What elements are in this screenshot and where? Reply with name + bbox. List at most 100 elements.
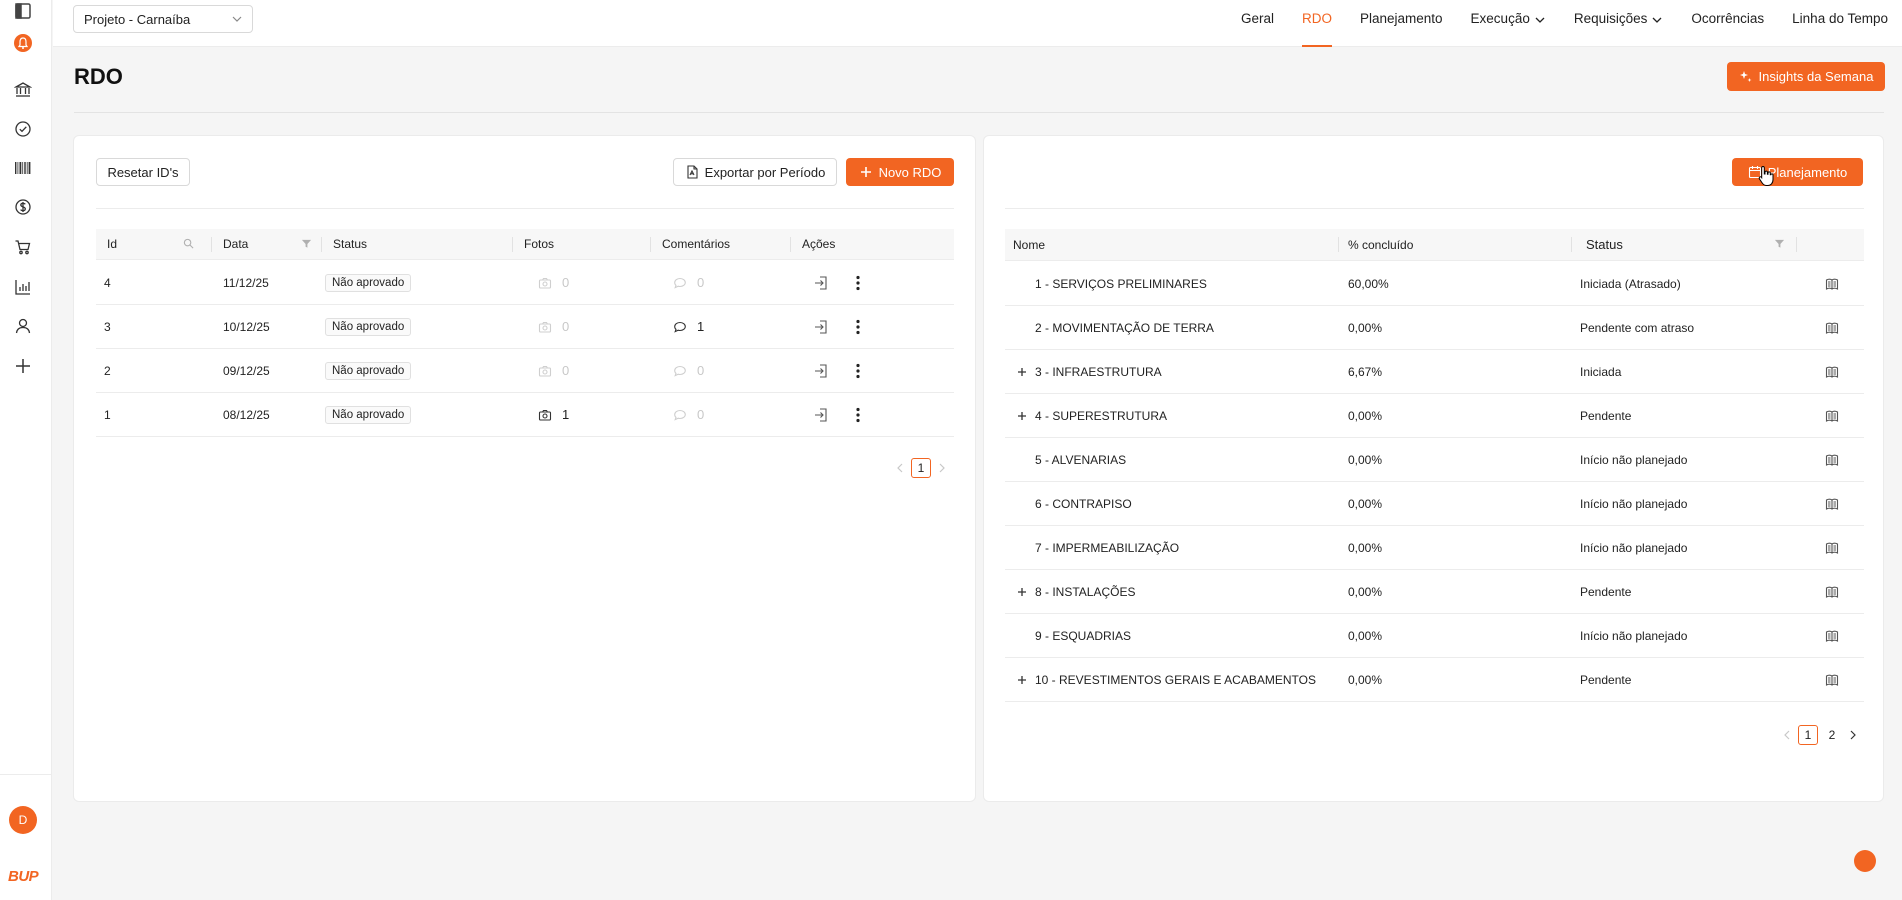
details-book-icon[interactable] [1825, 321, 1839, 335]
col-id[interactable]: Id [96, 229, 212, 259]
nav-rdo[interactable]: RDO [1288, 0, 1346, 47]
table-row[interactable]: 7 - IMPERMEABILIZAÇÃO 0,00% Início não pla… [1005, 526, 1864, 570]
barcode-icon[interactable] [12, 157, 34, 179]
table-row[interactable]: 5 - ALVENARIAS 0,00% Início não planejado [1005, 438, 1864, 482]
col-data[interactable]: Data [212, 229, 322, 259]
planning-pagination: 1 2 [1780, 725, 1860, 745]
nav-geral[interactable]: Geral [1227, 0, 1288, 47]
table-row[interactable]: 4 11/12/25 Não aprovado 0 0 [96, 261, 954, 305]
table-row[interactable]: 3 10/12/25 Não aprovado 0 1 [96, 305, 954, 349]
nav-planejamento[interactable]: Planejamento [1346, 0, 1457, 47]
details-book-icon[interactable] [1825, 629, 1839, 643]
col-nome[interactable]: Nome [1005, 229, 1339, 260]
col-status[interactable]: Status [1572, 229, 1797, 260]
sparkle-icon [1739, 70, 1752, 82]
chevron-right-icon[interactable] [1846, 728, 1860, 742]
expand-icon[interactable] [1015, 585, 1029, 599]
filter-icon[interactable] [1774, 238, 1785, 249]
chevron-left-icon[interactable] [1780, 728, 1794, 742]
dollar-icon[interactable] [12, 196, 34, 218]
col-status[interactable]: Status [322, 229, 513, 259]
card-divider [96, 208, 954, 209]
chevron-down-icon [1535, 17, 1545, 23]
open-document-icon[interactable] [814, 363, 828, 378]
plus-icon[interactable] [12, 355, 34, 377]
user-icon[interactable] [12, 315, 34, 337]
logo: BUP [8, 868, 39, 885]
export-period-button[interactable]: Exportar por Período [673, 158, 837, 186]
details-book-icon[interactable] [1825, 365, 1839, 379]
nav-execucao[interactable]: Execução [1457, 0, 1560, 47]
more-actions-icon[interactable] [856, 275, 860, 291]
table-row[interactable]: 8 - INSTALAÇÕES 0,00% Pendente [1005, 570, 1864, 614]
cell-date: 11/12/25 [223, 275, 269, 290]
nav-requisicoes[interactable]: Requisições [1560, 0, 1678, 47]
bank-icon[interactable] [12, 79, 34, 101]
details-book-icon[interactable] [1825, 277, 1839, 291]
chevron-left-icon[interactable] [893, 461, 907, 475]
task-name: 8 - INSTALAÇÕES [1035, 584, 1136, 599]
panel-toggle-icon[interactable] [12, 0, 34, 22]
chevron-down-icon [1652, 17, 1662, 23]
details-book-icon[interactable] [1825, 673, 1839, 687]
hand-cursor-icon [1758, 165, 1774, 186]
filter-icon[interactable] [301, 238, 312, 249]
more-actions-icon[interactable] [856, 319, 860, 335]
search-icon[interactable] [183, 238, 194, 249]
photo-count: 1 [562, 407, 570, 422]
details-book-icon[interactable] [1825, 497, 1839, 511]
details-book-icon[interactable] [1825, 541, 1839, 555]
table-row[interactable]: 2 - MOVIMENTAÇÃO DE TERRA 0,00% Pendente c… [1005, 306, 1864, 350]
nav-ocorrencias[interactable]: Ocorrências [1677, 0, 1778, 47]
sidebar: D BUP [0, 0, 52, 900]
cart-icon[interactable] [12, 236, 34, 258]
project-select[interactable]: Projeto - Carnaíba [73, 5, 253, 33]
camera-icon[interactable] [538, 408, 552, 422]
task-status: Início não planejado [1580, 628, 1688, 643]
table-row[interactable]: 1 - SERVIÇOS PRELIMINARES 60,00% Iniciada … [1005, 262, 1864, 306]
table-row[interactable]: 10 - REVESTIMENTOS GERAIS E ACABAMENTOS 0… [1005, 658, 1864, 702]
nav-linha-do-tempo[interactable]: Linha do Tempo [1778, 0, 1902, 47]
page-button[interactable]: 1 [911, 458, 931, 478]
project-select-value: Projeto - Carnaíba [84, 12, 191, 27]
alert-bell-icon[interactable] [12, 32, 34, 54]
insights-button[interactable]: Insights da Semana [1727, 62, 1885, 91]
expand-icon[interactable] [1015, 365, 1029, 379]
new-rdo-button[interactable]: Novo RDO [846, 158, 954, 186]
table-row[interactable]: 6 - CONTRAPISO 0,00% Início não planejado [1005, 482, 1864, 526]
expand-icon[interactable] [1015, 673, 1029, 687]
chevron-right-icon[interactable] [935, 461, 949, 475]
col-fotos[interactable]: Fotos [513, 229, 651, 259]
comment-icon[interactable] [673, 320, 687, 334]
open-document-icon[interactable] [814, 319, 828, 334]
planejamento-button[interactable]: Planejamento [1732, 158, 1863, 186]
reset-ids-button[interactable]: Resetar ID's [96, 158, 190, 186]
table-row[interactable]: 2 09/12/25 Não aprovado 0 0 [96, 349, 954, 393]
table-row[interactable]: 3 - INFRAESTRUTURA 6,67% Iniciada [1005, 350, 1864, 394]
more-actions-icon[interactable] [856, 363, 860, 379]
photo-count: 0 [562, 275, 570, 290]
open-document-icon[interactable] [814, 275, 828, 290]
page-button[interactable]: 1 [1798, 725, 1818, 745]
table-row[interactable]: 1 08/12/25 Não aprovado 1 0 [96, 393, 954, 437]
details-book-icon[interactable] [1825, 409, 1839, 423]
planning-card: Planejamento Nome % concluído Status 1 -… [983, 135, 1884, 802]
open-document-icon[interactable] [814, 407, 828, 422]
details-book-icon[interactable] [1825, 585, 1839, 599]
expand-icon[interactable] [1015, 409, 1029, 423]
task-name: 2 - MOVIMENTAÇÃO DE TERRA [1035, 320, 1214, 335]
col-acoes[interactable]: Ações [791, 229, 954, 259]
table-row[interactable]: 4 - SUPERESTRUTURA 0,00% Pendente [1005, 394, 1864, 438]
status-badge: Não aprovado [325, 317, 412, 336]
col-pct[interactable]: % concluído [1339, 229, 1572, 260]
bar-chart-icon[interactable] [12, 276, 34, 298]
table-row[interactable]: 9 - ESQUADRIAS 0,00% Início não planejado [1005, 614, 1864, 658]
avatar[interactable]: D [9, 806, 37, 834]
check-circle-icon[interactable] [12, 118, 34, 140]
page-button[interactable]: 2 [1822, 725, 1842, 745]
comment-icon [674, 277, 686, 289]
details-book-icon[interactable] [1825, 453, 1839, 467]
help-chat-button[interactable] [1854, 850, 1876, 872]
more-actions-icon[interactable] [856, 407, 860, 423]
col-comentarios[interactable]: Comentários [651, 229, 791, 259]
